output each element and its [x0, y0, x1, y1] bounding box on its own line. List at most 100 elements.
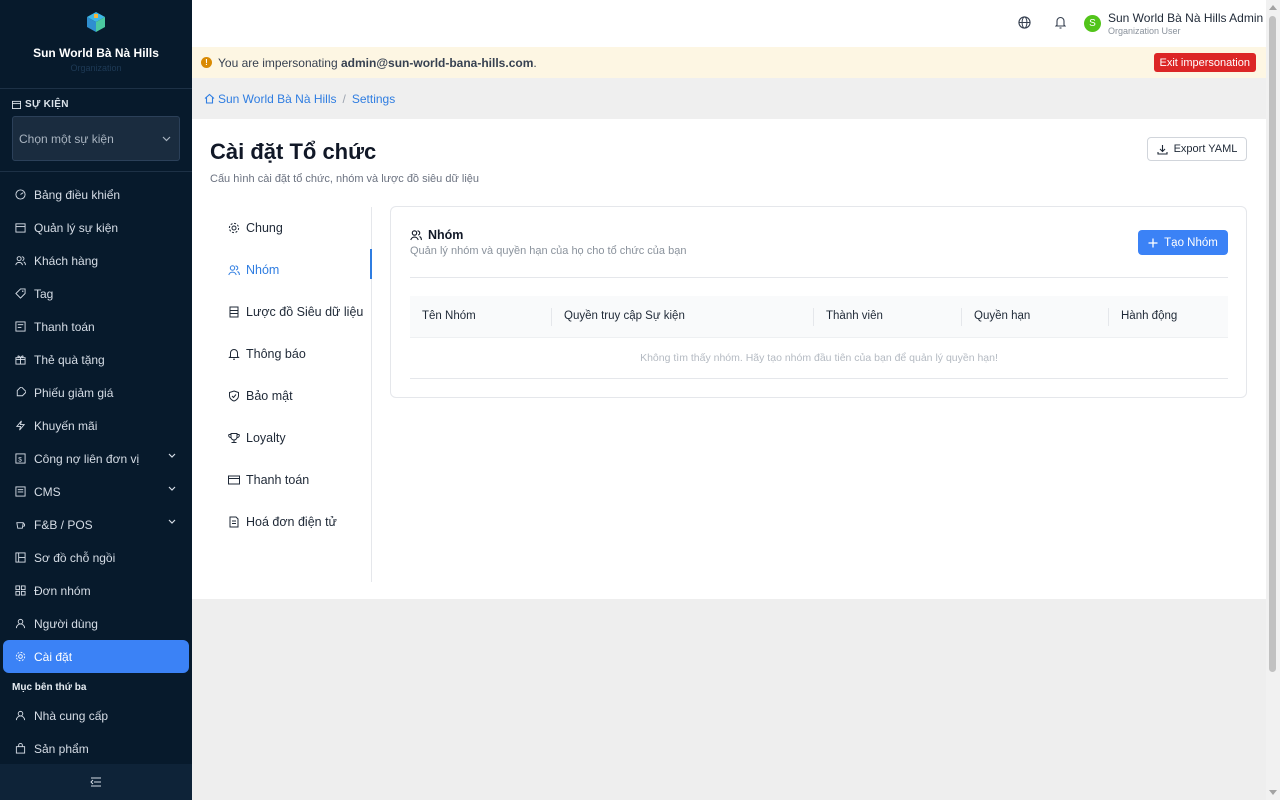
- breadcrumb-current[interactable]: Settings: [352, 92, 395, 106]
- payment-icon-wrap: [14, 321, 26, 333]
- seat-map-icon: [14, 552, 26, 563]
- breadcrumb-separator: /: [342, 91, 346, 106]
- tab-label: Lược đồ Siêu dữ liệu: [246, 305, 364, 319]
- tab-chung[interactable]: Chung: [210, 207, 371, 249]
- card-icon: [228, 475, 240, 485]
- tab-luoc-do-sieu-du-lieu[interactable]: Lược đồ Siêu dữ liệu: [210, 291, 371, 333]
- sidebar-item-cms[interactable]: CMS: [0, 475, 192, 508]
- user-menu[interactable]: S Sun World Bà Nà Hills Admin Organizati…: [1084, 11, 1263, 36]
- tag-icon-wrap: [14, 288, 26, 300]
- sidebar-item-the-qua-tang[interactable]: Thẻ quà tặng: [0, 343, 192, 376]
- event-section-label: SỰ KIỆN: [12, 99, 180, 110]
- scroll-down-arrow-icon[interactable]: [1269, 790, 1277, 795]
- sidebar-item-label: F&B / POS: [34, 517, 93, 532]
- event-select[interactable]: Chọn một sự kiện: [12, 116, 180, 161]
- chevron-down-icon: [168, 519, 176, 524]
- main-content: Cài đặt Tổ chức Cấu hình cài đặt tổ chức…: [192, 119, 1266, 599]
- sidebar-item-f-b-pos[interactable]: F&B / POS: [0, 508, 192, 541]
- plus-icon: [1148, 238, 1158, 247]
- users-icon-wrap: [14, 255, 26, 267]
- sidebar-item-label: Sơ đồ chỗ ngồi: [34, 550, 116, 565]
- bolt-icon: [15, 420, 25, 431]
- bag-icon-wrap: [14, 743, 26, 755]
- collapse-sidebar-button[interactable]: [0, 764, 192, 800]
- event-section: SỰ KIỆN Chọn một sự kiện: [0, 89, 192, 171]
- gear-icon: [228, 222, 240, 234]
- breadcrumb-home-link[interactable]: Sun World Bà Nà Hills: [218, 92, 337, 106]
- create-group-button[interactable]: Tạo Nhóm: [1138, 230, 1228, 255]
- org-name: Sun World Bà Nà Hills: [33, 46, 159, 60]
- user-icon: [15, 618, 25, 629]
- invoice-icon-wrap: [228, 516, 240, 528]
- card-icon-wrap: [228, 474, 240, 486]
- shield-icon-wrap: [228, 390, 240, 402]
- gift-icon-wrap: [14, 354, 26, 366]
- org-type: Organization: [70, 63, 122, 73]
- column-header-permissions: Quyền hạn: [974, 310, 1031, 322]
- calendar-icon: [14, 223, 26, 233]
- tab-thanh-toan[interactable]: Thanh toán: [210, 459, 371, 501]
- sidebar-item-thanh-toan[interactable]: Thanh toán: [0, 310, 192, 343]
- scroll-up-arrow-icon[interactable]: [1269, 5, 1277, 10]
- tab-loyalty[interactable]: Loyalty: [210, 417, 371, 459]
- user-icon: [15, 710, 25, 721]
- tab-nhom[interactable]: Nhóm: [210, 249, 372, 291]
- ledger-icon-wrap: $: [14, 453, 26, 465]
- impersonated-email: admin@sun-world-bana-hills.com: [340, 55, 534, 70]
- sidebar-item-nha-cung-cap[interactable]: Nhà cung cấp: [0, 699, 192, 732]
- page-title: Cài đặt Tổ chức: [210, 139, 377, 164]
- tab-label: Thông báo: [246, 347, 306, 361]
- export-yaml-button[interactable]: Export YAML: [1147, 137, 1247, 161]
- sidebar-item-quan-ly-su-kien[interactable]: Quản lý sự kiện: [0, 211, 192, 244]
- third-party-nav: Nhà cung cấp Sản phẩm: [0, 699, 192, 765]
- sidebar-item-cai-dat[interactable]: Cài đặt: [3, 640, 189, 673]
- tab-thong-bao[interactable]: Thông báo: [210, 333, 371, 375]
- svg-text:$: $: [18, 456, 22, 463]
- tab-hoa-don-dien-tu[interactable]: Hoá đơn điện tử: [210, 501, 371, 543]
- sidebar-item-khach-hang[interactable]: Khách hàng: [0, 244, 192, 277]
- sidebar-item-label: Quản lý sự kiện: [34, 220, 119, 235]
- schema-icon: [229, 306, 239, 318]
- tab-label: Thanh toán: [246, 473, 310, 487]
- dashboard-icon: [14, 189, 26, 200]
- sidebar-item-tag[interactable]: Tag: [0, 277, 192, 310]
- gear-icon-wrap: [228, 222, 240, 234]
- globe-icon[interactable]: [1018, 16, 1031, 29]
- bell-icon[interactable]: [1055, 16, 1066, 29]
- sidebar-item-san-pham[interactable]: Sản phẩm: [0, 732, 192, 765]
- groups-card: Nhóm Quản lý nhóm và quyền hạn của họ ch…: [390, 206, 1247, 398]
- create-group-label: Tạo Nhóm: [1164, 236, 1218, 249]
- tab-label: Chung: [246, 221, 283, 235]
- sidebar-item-don-nhom[interactable]: Đơn nhóm: [0, 574, 192, 607]
- column-header-event-access: Quyền truy cập Sự kiện: [564, 310, 685, 322]
- users-icon: [14, 256, 26, 266]
- topbar: S Sun World Bà Nà Hills Admin Organizati…: [192, 0, 1266, 47]
- sidebar-item-bang-dieu-khien[interactable]: Bảng điều khiển: [0, 178, 192, 211]
- sidebar-item-so-do-cho-ngoi[interactable]: Sơ đồ chỗ ngồi: [0, 541, 192, 574]
- bell-icon-wrap: [228, 348, 240, 360]
- settings-tabs: Chung Nhóm Lược đồ Siêu dữ liệu Thông báo Bả…: [210, 207, 372, 582]
- column-header-name: Tên Nhóm: [422, 310, 476, 322]
- app-root: Sun World Bà Nà Hills Organization SỰ KI…: [0, 0, 1280, 800]
- shield-icon: [229, 390, 239, 402]
- sidebar-item-nguoi-dung[interactable]: Người dùng: [0, 607, 192, 640]
- groups-title: Nhóm: [428, 228, 464, 242]
- users-icon-wrap: [228, 264, 240, 276]
- chevron-down-icon: [168, 453, 176, 458]
- tag-icon: [14, 288, 26, 299]
- cms-icon-wrap: [14, 486, 26, 498]
- seat-map-icon-wrap: [14, 552, 26, 564]
- sidebar-item-phieu-giam-gia[interactable]: Phiếu giảm giá: [0, 376, 192, 409]
- export-yaml-label: Export YAML: [1173, 143, 1238, 155]
- breadcrumb: Sun World Bà Nà Hills / Settings: [192, 78, 1266, 119]
- bag-icon: [15, 743, 25, 754]
- scrollbar-thumb[interactable]: [1269, 16, 1276, 672]
- user-icon-wrap: [14, 618, 26, 630]
- sidebar-item-label: Phiếu giảm giá: [34, 385, 114, 400]
- sidebar-item-cong-no-lien-don-vi[interactable]: $ Công nợ liên đơn vị: [0, 442, 192, 475]
- exit-impersonation-button[interactable]: Exit impersonation: [1153, 53, 1256, 72]
- tab-bao-mat[interactable]: Bảo mật: [210, 375, 371, 417]
- coffee-icon: [15, 522, 25, 529]
- sidebar-item-khuyen-mai[interactable]: Khuyến mãi: [0, 409, 192, 442]
- page-scrollbar[interactable]: [1266, 0, 1280, 800]
